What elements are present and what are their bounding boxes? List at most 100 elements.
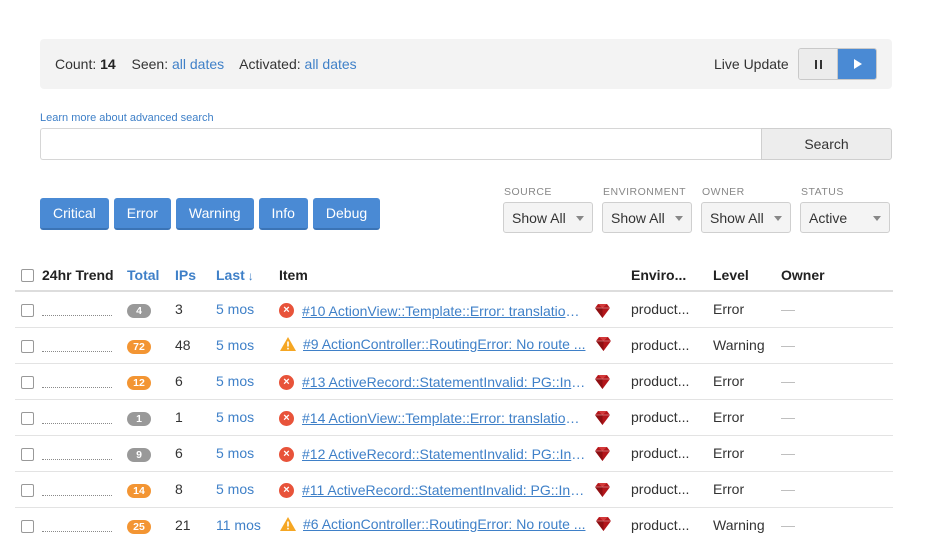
summary-bar: Count: 14 Seen: all dates Activated: all…: [40, 39, 892, 89]
chevron-down-icon: [774, 216, 782, 221]
select-all-checkbox[interactable]: [21, 269, 34, 283]
last-seen-link[interactable]: 11 mos: [216, 517, 261, 533]
row-checkbox[interactable]: [21, 411, 34, 425]
error-icon: ×: [279, 482, 294, 498]
ips-header[interactable]: IPs: [175, 259, 216, 292]
trend-sparkline: [42, 350, 112, 352]
activated-dates-link[interactable]: all dates: [305, 56, 357, 72]
item-title-link[interactable]: #12 ActiveRecord::StatementInvalid: PG::…: [302, 446, 586, 462]
owner-value: —: [781, 399, 893, 436]
environment-value: product...: [631, 363, 713, 400]
row-checkbox[interactable]: [21, 483, 34, 497]
seen-label: Seen:: [131, 56, 169, 72]
item-title-link[interactable]: #9 ActionController::RoutingError: No ro…: [303, 336, 587, 352]
environment-value: product...: [631, 399, 713, 436]
level-value: Error: [713, 291, 781, 328]
item-title-link[interactable]: #11 ActiveRecord::StatementInvalid: PG::…: [302, 482, 586, 498]
play-button[interactable]: [838, 49, 876, 79]
last-seen-link[interactable]: 5 mos: [216, 373, 254, 389]
last-seen-link[interactable]: 5 mos: [216, 481, 254, 497]
level-filter-buttons: Critical Error Warning Info Debug: [40, 198, 385, 230]
item-title-link[interactable]: #13 ActiveRecord::StatementInvalid: PG::…: [302, 374, 586, 390]
advanced-search-link[interactable]: Learn more about advanced search: [40, 112, 214, 124]
activated-label: Activated:: [239, 56, 301, 72]
chevron-down-icon: [873, 216, 881, 221]
owner-value: —: [781, 435, 893, 472]
trend-sparkline: [42, 458, 112, 460]
row-checkbox[interactable]: [21, 339, 34, 353]
critical-button[interactable]: Critical: [40, 198, 109, 230]
play-icon: [854, 59, 862, 69]
trend-sparkline: [42, 494, 112, 496]
ruby-icon: [595, 375, 610, 390]
last-header-label: Last: [216, 266, 245, 283]
environment-header: Enviro...: [631, 259, 713, 292]
last-header[interactable]: Last ↓: [216, 259, 279, 292]
last-seen-link[interactable]: 5 mos: [216, 337, 254, 353]
total-badge: 9: [127, 447, 151, 462]
info-button[interactable]: Info: [258, 198, 308, 230]
ips-value: 21: [175, 507, 216, 540]
item-title-link[interactable]: #14 ActionView::Template::Error: transla…: [302, 410, 586, 426]
last-seen-link[interactable]: 5 mos: [216, 301, 254, 317]
search-input[interactable]: [40, 128, 762, 160]
debug-button[interactable]: Debug: [312, 198, 381, 230]
error-button[interactable]: Error: [113, 198, 171, 230]
owner-value: —: [781, 507, 893, 540]
trend-sparkline: [42, 386, 112, 388]
items-table: 24hr Trend Total IPs Last ↓ Item Enviro..…: [15, 259, 893, 540]
pause-button[interactable]: [799, 49, 838, 79]
table-row[interactable]: 14 8 5 mos × #11 ActiveRecord::Statement…: [15, 471, 893, 508]
trend-sparkline: [42, 315, 112, 317]
table-row[interactable]: 12 6 5 mos × #13 ActiveRecord::Statement…: [15, 363, 893, 400]
environment-select[interactable]: Show All: [602, 202, 692, 233]
status-filter-label: STATUS: [801, 186, 844, 198]
ips-value: 8: [175, 471, 216, 508]
total-badge: 12: [127, 375, 151, 390]
table-row[interactable]: 72 48 5 mos #9 ActionController::Routing…: [15, 327, 893, 364]
item-header: Item: [279, 259, 631, 292]
error-icon: ×: [279, 374, 294, 390]
live-update-label: Live Update: [714, 56, 789, 72]
owner-value: —: [781, 327, 893, 364]
table-row[interactable]: 4 3 5 mos × #10 ActionView::Template::Er…: [15, 291, 893, 328]
row-checkbox[interactable]: [21, 375, 34, 389]
owner-value: —: [781, 363, 893, 400]
total-header[interactable]: Total: [127, 259, 175, 292]
total-badge: 72: [127, 339, 151, 354]
seen-dates-link[interactable]: all dates: [172, 56, 224, 72]
total-badge: 1: [127, 411, 151, 426]
row-checkbox[interactable]: [21, 519, 34, 533]
chevron-down-icon: [675, 216, 683, 221]
ruby-icon: [596, 336, 611, 351]
item-title-link[interactable]: #10 ActionView::Template::Error: transla…: [302, 303, 586, 319]
last-seen-link[interactable]: 5 mos: [216, 409, 254, 425]
warning-button[interactable]: Warning: [175, 198, 254, 230]
level-value: Error: [713, 363, 781, 400]
table-row[interactable]: 25 21 11 mos #6 ActionController::Routin…: [15, 507, 893, 540]
count-value: 14: [100, 56, 116, 72]
table-row[interactable]: 1 1 5 mos × #14 ActionView::Template::Er…: [15, 399, 893, 436]
error-icon: ×: [279, 446, 294, 462]
environment-filter: ENVIRONMENT Show All: [602, 186, 692, 233]
row-checkbox[interactable]: [21, 304, 34, 318]
search-button[interactable]: Search: [761, 128, 892, 160]
owner-filter: OWNER Show All: [701, 186, 791, 233]
item-title-link[interactable]: #6 ActionController::RoutingError: No ro…: [303, 516, 587, 532]
ips-value: 6: [175, 363, 216, 400]
last-seen-link[interactable]: 5 mos: [216, 445, 254, 461]
status-select-value: Active: [809, 210, 848, 226]
ips-value: 3: [175, 291, 216, 328]
trend-sparkline: [42, 422, 112, 424]
table-header-row: 24hr Trend Total IPs Last ↓ Item Enviro..…: [15, 259, 893, 292]
status-select[interactable]: Active: [800, 202, 890, 233]
error-icon: ×: [279, 303, 294, 318]
level-value: Warning: [713, 507, 781, 540]
row-checkbox[interactable]: [21, 447, 34, 461]
source-select[interactable]: Show All: [503, 202, 593, 233]
environment-value: product...: [631, 471, 713, 508]
ips-value: 48: [175, 327, 216, 364]
table-row[interactable]: 9 6 5 mos × #12 ActiveRecord::StatementI…: [15, 435, 893, 472]
level-value: Error: [713, 471, 781, 508]
owner-select[interactable]: Show All: [701, 202, 791, 233]
